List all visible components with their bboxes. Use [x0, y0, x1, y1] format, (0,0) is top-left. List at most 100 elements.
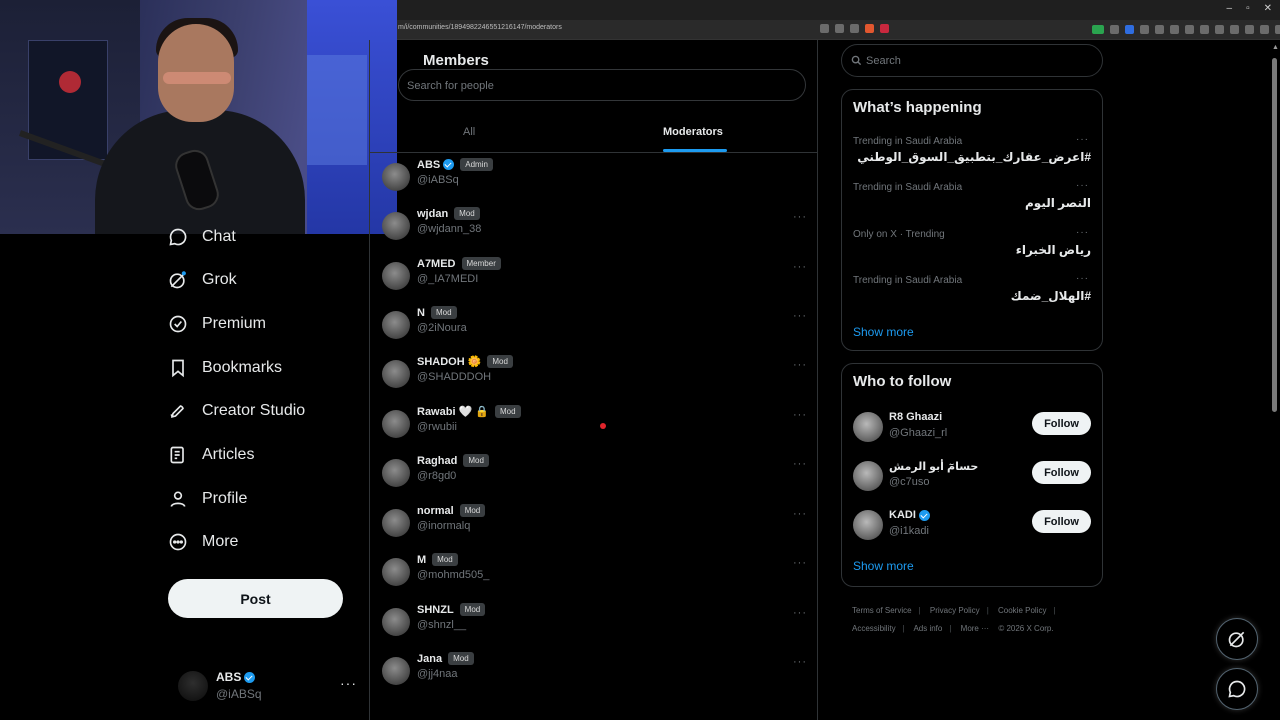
show-more-trends-link[interactable]: Show more — [853, 325, 914, 339]
account-switcher[interactable]: ABS @iABSq ··· — [178, 667, 358, 707]
member-more-button[interactable]: ··· — [793, 458, 807, 470]
active-tab-indicator — [663, 149, 727, 152]
footer-link[interactable]: Accessibility — [852, 624, 896, 633]
follow-handle: @c7uso — [889, 476, 930, 488]
zoom-icon[interactable] — [835, 24, 844, 33]
extension-icon[interactable] — [1200, 25, 1209, 34]
list-item[interactable]: SHNZL Mod @shnzl__ ··· — [370, 602, 818, 646]
scroll-up-arrow[interactable]: ▲ — [1272, 44, 1279, 51]
follow-suggestion[interactable]: حسامٓ أبو الرمش @c7uso Follow — [842, 458, 1102, 498]
rewards-icon[interactable] — [880, 24, 889, 33]
extension-icon[interactable] — [1185, 25, 1194, 34]
member-name: ABS — [417, 158, 441, 171]
list-item[interactable]: Rawabi 🤍 🔒 Mod @rwubii ··· — [370, 404, 818, 448]
extension-icon[interactable] — [1140, 25, 1149, 34]
footer-link[interactable]: Cookie Policy — [998, 606, 1046, 615]
verified-badge-icon — [443, 159, 455, 170]
member-more-button[interactable]: ··· — [793, 557, 807, 569]
trend-more-button[interactable]: ··· — [1076, 180, 1089, 191]
share-icon[interactable] — [850, 24, 859, 33]
follow-button[interactable]: Follow — [1032, 510, 1091, 533]
account-more-button[interactable]: ··· — [340, 675, 357, 691]
nav-item-creator-studio[interactable]: Creator Studio — [168, 393, 305, 429]
member-emoji: 🌼 — [467, 356, 482, 368]
member-more-button[interactable]: ··· — [793, 409, 807, 421]
trend-item[interactable]: Trending in Saudi Arabia ··· النصر اليوم — [842, 180, 1102, 226]
grok-fab-button[interactable] — [1216, 618, 1258, 660]
member-more-button[interactable]: ··· — [793, 211, 807, 223]
rocket-icon — [170, 405, 184, 418]
trend-more-button[interactable]: ··· — [1076, 273, 1089, 284]
show-more-follow-link[interactable]: Show more — [853, 559, 914, 573]
grok-icon — [1228, 631, 1245, 648]
nav-item-premium[interactable]: Premium — [168, 306, 266, 342]
post-button[interactable]: Post — [168, 579, 343, 618]
trend-item[interactable]: Only on X · Trending ··· رياض الخبراء — [842, 227, 1102, 273]
footer-link[interactable]: More ··· — [961, 624, 989, 633]
trend-more-button[interactable]: ··· — [1076, 227, 1089, 238]
trend-item[interactable]: Trending in Saudi Arabia ··· #الهلال_ضمك — [842, 273, 1102, 319]
maximize-button[interactable]: ▫ — [1246, 3, 1250, 14]
footer-link[interactable]: Terms of Service — [852, 606, 912, 615]
avatar — [382, 657, 410, 685]
extension-icon[interactable] — [1110, 25, 1119, 34]
search-people-input[interactable]: Search for people — [398, 69, 806, 101]
nav-item-chat[interactable]: Chat — [168, 219, 236, 255]
extension-icon[interactable] — [1092, 25, 1104, 34]
trend-context: Only on X · Trending — [853, 229, 945, 240]
nav-label: Bookmarks — [202, 359, 283, 376]
member-name-row: Raghad Mod — [417, 454, 489, 467]
nav-item-bookmarks[interactable]: Bookmarks — [168, 350, 282, 386]
extension-icon[interactable] — [1215, 25, 1224, 34]
list-item[interactable]: N Mod @2iNoura ··· — [370, 305, 818, 349]
tab-all[interactable]: All — [463, 126, 475, 138]
member-more-button[interactable]: ··· — [793, 310, 807, 322]
member-more-button[interactable]: ··· — [793, 359, 807, 371]
avatar — [382, 459, 410, 487]
list-item[interactable]: ABS Admin @iABSq — [370, 157, 818, 201]
member-more-button[interactable]: ··· — [793, 508, 807, 520]
list-item[interactable]: wjdan Mod @wjdann_38 ··· — [370, 206, 818, 250]
member-more-button[interactable]: ··· — [793, 656, 807, 668]
extension-icon[interactable] — [1170, 25, 1179, 34]
search-input[interactable]: Search — [841, 44, 1103, 77]
list-item[interactable]: SHADOH 🌼 Mod @SHADDDOH ··· — [370, 354, 818, 398]
nav-item-profile[interactable]: Profile — [168, 481, 247, 517]
list-item[interactable]: Jana Mod @jj4naa ··· — [370, 651, 818, 695]
member-more-button[interactable]: ··· — [793, 607, 807, 619]
extension-icon[interactable] — [1260, 25, 1269, 34]
nav-item-more[interactable]: More — [168, 524, 238, 560]
close-window-button[interactable]: ✕ — [1264, 3, 1272, 14]
menu-icon[interactable] — [1275, 25, 1280, 34]
footer-link[interactable]: Ads info — [913, 624, 942, 633]
follow-button[interactable]: Follow — [1032, 461, 1091, 484]
member-emoji: 🤍 🔒 — [458, 406, 489, 418]
trend-more-button[interactable]: ··· — [1076, 134, 1089, 145]
follow-button[interactable]: Follow — [1032, 412, 1091, 435]
brave-shield-icon[interactable] — [865, 24, 874, 33]
reader-icon[interactable] — [820, 24, 829, 33]
extension-icon[interactable] — [1155, 25, 1164, 34]
nav-item-grok[interactable]: Grok — [168, 262, 237, 298]
extension-icon[interactable] — [1125, 25, 1134, 34]
follow-suggestion[interactable]: KADI @i1kadi Follow — [842, 507, 1102, 547]
page-scrollbar[interactable] — [1272, 58, 1277, 412]
list-item[interactable]: Raghad Mod @r8gd0 ··· — [370, 453, 818, 497]
extension-icon[interactable] — [1230, 25, 1239, 34]
list-item[interactable]: A7MED Member @_IA7MEDI ··· — [370, 256, 818, 300]
follow-name: حسامٓ أبو الرمش — [889, 461, 979, 473]
follow-suggestion[interactable]: R8 Ghaazi @Ghaazi_rl Follow — [842, 409, 1102, 449]
tab-moderators[interactable]: Moderators — [663, 126, 723, 138]
footer-link[interactable]: Privacy Policy — [930, 606, 980, 615]
role-badge: Mod — [430, 306, 457, 319]
messages-fab-button[interactable] — [1216, 668, 1258, 710]
member-more-button[interactable]: ··· — [793, 261, 807, 273]
url-text[interactable]: m/i/communities/1894982246551216147/mode… — [398, 24, 562, 31]
extension-icon[interactable] — [1245, 25, 1254, 34]
list-item[interactable]: M Mod @mohmd505_ ··· — [370, 552, 818, 596]
nav-item-articles[interactable]: Articles — [168, 437, 254, 473]
minimize-button[interactable]: – — [1227, 3, 1233, 14]
avatar — [382, 558, 410, 586]
trend-item[interactable]: Trending in Saudi Arabia ··· #اعرض_عقارك… — [842, 134, 1102, 180]
list-item[interactable]: normal Mod @inormalq ··· — [370, 503, 818, 547]
